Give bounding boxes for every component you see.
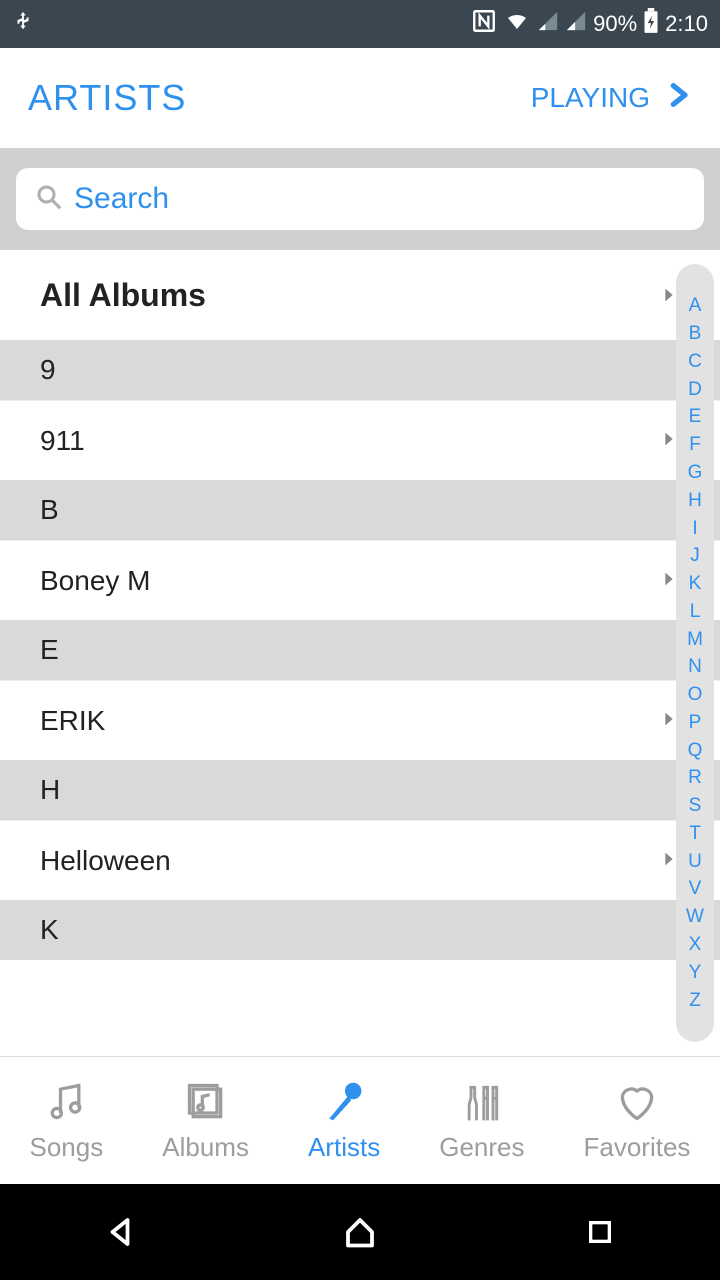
- microphone-icon: [320, 1078, 368, 1126]
- index-letter[interactable]: U: [688, 852, 702, 871]
- music-note-icon: [42, 1078, 90, 1126]
- tab-label: Songs: [30, 1132, 104, 1163]
- status-right: 90% 2:10: [471, 8, 708, 40]
- index-letter[interactable]: L: [690, 602, 701, 621]
- artist-name: ERIK: [40, 705, 105, 737]
- section-header-label: E: [40, 634, 59, 666]
- status-bar: 90% 2:10: [0, 0, 720, 48]
- index-letter[interactable]: A: [689, 296, 702, 315]
- page-title: ARTISTS: [28, 77, 186, 119]
- chevron-right-icon: [664, 76, 692, 121]
- usb-icon: [12, 7, 34, 41]
- tab-artists[interactable]: Artists: [308, 1078, 380, 1163]
- tab-albums[interactable]: Albums: [162, 1078, 249, 1163]
- playing-label: PLAYING: [531, 82, 650, 114]
- index-letter[interactable]: O: [688, 685, 703, 704]
- battery-charging-icon: [643, 8, 659, 40]
- index-letter[interactable]: N: [688, 657, 702, 676]
- artist-name: Helloween: [40, 845, 171, 877]
- status-time: 2:10: [665, 11, 708, 37]
- index-letter[interactable]: K: [689, 574, 702, 593]
- index-letter[interactable]: J: [690, 546, 700, 565]
- alphabet-index[interactable]: A B C D E F G H I J K L M N O P Q R S T …: [676, 264, 714, 1042]
- section-header: E: [0, 620, 720, 680]
- tab-label: Favorites: [584, 1132, 691, 1163]
- section-header: H: [0, 760, 720, 820]
- index-letter[interactable]: H: [688, 491, 702, 510]
- tab-songs[interactable]: Songs: [30, 1078, 104, 1163]
- index-letter[interactable]: B: [689, 324, 702, 343]
- artist-name: Boney M: [40, 565, 151, 597]
- index-letter[interactable]: X: [689, 935, 702, 954]
- wifi-icon: [503, 9, 531, 39]
- index-letter[interactable]: M: [687, 630, 703, 649]
- section-header: K: [0, 900, 720, 960]
- artist-list[interactable]: All Albums 9 911 B Boney M E ERIK H: [0, 250, 720, 1056]
- index-letter[interactable]: V: [689, 879, 702, 898]
- artist-row[interactable]: ERIK: [0, 680, 720, 760]
- section-header-label: H: [40, 774, 60, 806]
- index-letter[interactable]: F: [689, 435, 701, 454]
- signal-1-icon: [537, 10, 559, 38]
- home-button[interactable]: [336, 1208, 384, 1256]
- section-header-label: 9: [40, 354, 56, 386]
- now-playing-button[interactable]: PLAYING: [531, 76, 692, 121]
- system-navbar: [0, 1184, 720, 1280]
- all-albums-row[interactable]: All Albums: [0, 250, 720, 340]
- artist-name: 911: [40, 425, 85, 457]
- section-header: 9: [0, 340, 720, 400]
- index-letter[interactable]: I: [692, 519, 697, 538]
- search-icon: [34, 182, 64, 217]
- battery-percent: 90%: [593, 11, 637, 37]
- artist-row[interactable]: Boney M: [0, 540, 720, 620]
- index-letter[interactable]: G: [688, 463, 703, 482]
- index-letter[interactable]: T: [689, 824, 701, 843]
- artist-list-container: All Albums 9 911 B Boney M E ERIK H: [0, 250, 720, 1056]
- tab-label: Artists: [308, 1132, 380, 1163]
- back-button[interactable]: [96, 1208, 144, 1256]
- signal-2-icon: [565, 10, 587, 38]
- tab-favorites[interactable]: Favorites: [584, 1078, 691, 1163]
- section-header-label: K: [40, 914, 59, 946]
- index-letter[interactable]: R: [688, 768, 702, 787]
- album-icon: [182, 1078, 230, 1126]
- tab-label: Albums: [162, 1132, 249, 1163]
- index-letter[interactable]: S: [689, 796, 702, 815]
- tab-label: Genres: [439, 1132, 524, 1163]
- index-letter[interactable]: E: [689, 407, 702, 426]
- search-section: Search: [0, 148, 720, 250]
- search-input[interactable]: Search: [16, 168, 704, 230]
- section-header: B: [0, 480, 720, 540]
- artist-row[interactable]: 911: [0, 400, 720, 480]
- index-letter[interactable]: Y: [689, 963, 702, 982]
- status-left: [12, 7, 34, 41]
- app-header: ARTISTS PLAYING: [0, 48, 720, 148]
- index-letter[interactable]: P: [689, 713, 702, 732]
- index-letter[interactable]: W: [686, 907, 704, 926]
- recent-apps-button[interactable]: [576, 1208, 624, 1256]
- index-letter[interactable]: C: [688, 352, 702, 371]
- index-letter[interactable]: D: [688, 380, 702, 399]
- index-letter[interactable]: Z: [689, 991, 701, 1010]
- tab-genres[interactable]: Genres: [439, 1078, 524, 1163]
- guitar-icon: [458, 1078, 506, 1126]
- bottom-nav: Songs Albums Artists Genres Favorites: [0, 1056, 720, 1184]
- section-header-label: B: [40, 494, 59, 526]
- index-letter[interactable]: Q: [688, 741, 703, 760]
- search-placeholder: Search: [74, 182, 169, 216]
- heart-icon: [613, 1078, 661, 1126]
- artist-row[interactable]: Helloween: [0, 820, 720, 900]
- nfc-icon: [471, 8, 497, 40]
- all-albums-label: All Albums: [40, 277, 206, 314]
